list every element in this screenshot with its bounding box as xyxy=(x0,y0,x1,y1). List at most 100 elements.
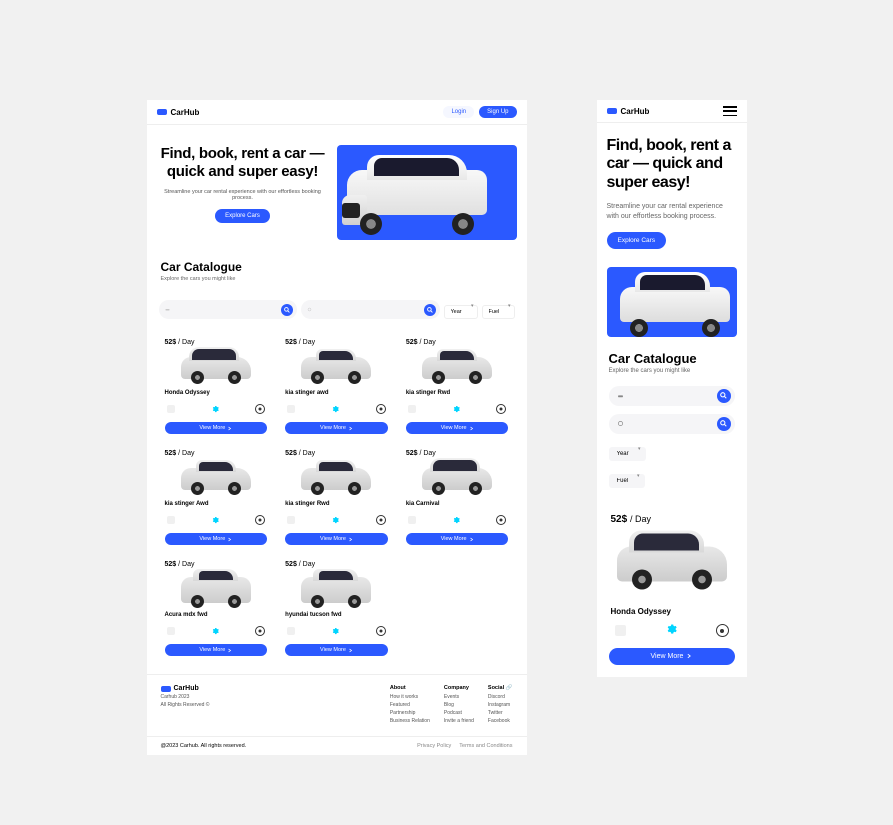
footer-link[interactable]: Events xyxy=(444,694,474,700)
fuel-icon xyxy=(287,405,295,413)
search-model-button[interactable] xyxy=(424,304,436,316)
view-more-button[interactable]: View More xyxy=(285,644,388,656)
filters-row: Year Fuel xyxy=(147,292,527,327)
fuel-filter[interactable]: Fuel xyxy=(482,305,515,319)
arrow-icon xyxy=(348,426,353,431)
search-make[interactable] xyxy=(609,386,735,406)
view-more-button[interactable]: View More xyxy=(165,644,268,656)
view-more-button[interactable]: View More xyxy=(165,533,268,545)
search-icon xyxy=(427,307,433,313)
search-model[interactable] xyxy=(301,300,440,319)
view-more-button[interactable]: View More xyxy=(165,422,268,434)
year-filter[interactable]: Year xyxy=(609,447,646,461)
car-card: 52$ / Day kia stinger Awd View More xyxy=(159,444,274,549)
footer-link[interactable]: Invite a friend xyxy=(444,718,474,724)
footer-year: Carhub 2023 xyxy=(161,694,210,700)
footer-logo[interactable]: CarHub xyxy=(161,685,210,692)
gear-icon xyxy=(211,400,219,418)
logo[interactable]: CarHub xyxy=(607,107,650,116)
car-card: 52$ / Day kia stinger awd View More xyxy=(279,333,394,438)
steering-icon xyxy=(255,404,265,414)
footer-link[interactable]: Discord xyxy=(488,694,513,700)
car-price: 52$ / Day xyxy=(165,561,268,568)
view-more-button[interactable]: View More xyxy=(406,422,509,434)
view-more-button[interactable]: View More xyxy=(285,422,388,434)
copyright-bar: @2023 Carhub. All rights reserved. Priva… xyxy=(147,736,527,755)
car-stats xyxy=(406,511,509,529)
car-stats xyxy=(285,511,388,529)
car-name: Honda Odyssey xyxy=(609,607,735,616)
link-icon: 🔗 xyxy=(506,685,513,691)
mobile-header: CarHub xyxy=(597,100,747,123)
car-price: 52$ / Day xyxy=(285,561,388,568)
arrow-icon xyxy=(348,648,353,653)
view-more-button[interactable]: View More xyxy=(609,648,735,665)
arrow-icon xyxy=(227,648,232,653)
car-stats xyxy=(165,400,268,418)
car-name: Acura mdx fwd xyxy=(165,612,268,618)
car-card: 52$ / Day kia stinger Rwd View More xyxy=(279,444,394,549)
arrow-icon xyxy=(227,426,232,431)
footer-link[interactable]: How it works xyxy=(390,694,430,700)
footer-link[interactable]: Twitter xyxy=(488,710,513,716)
footer-company-title: Company xyxy=(444,685,474,691)
car-card: 52$ / Day kia Carnival View More xyxy=(400,444,515,549)
terms-link[interactable]: Terms and Conditions xyxy=(459,743,512,749)
footer-link[interactable]: Business Relation xyxy=(390,718,430,724)
car-stats xyxy=(285,622,388,640)
signup-button[interactable]: Sign Up xyxy=(479,106,516,118)
search-button[interactable] xyxy=(717,389,731,403)
hero-section: Find, book, rent a car — quick and super… xyxy=(147,125,527,250)
footer-link[interactable]: Instagram xyxy=(488,702,513,708)
gear-icon xyxy=(211,511,219,529)
explore-cars-button[interactable]: Explore Cars xyxy=(607,232,667,249)
fuel-filter[interactable]: Fuel xyxy=(609,474,645,488)
footer-link[interactable]: Podcast xyxy=(444,710,474,716)
menu-icon[interactable] xyxy=(723,106,737,116)
logo-icon xyxy=(607,108,617,114)
gear-icon xyxy=(665,622,677,640)
catalogue-subtitle: Explore the cars you might like xyxy=(609,368,735,374)
footer: CarHub Carhub 2023 All Rights Reserved ©… xyxy=(147,674,527,736)
search-make-input[interactable] xyxy=(170,307,282,313)
brand-name: CarHub xyxy=(171,108,200,117)
search-make-button[interactable] xyxy=(281,304,293,316)
footer-link[interactable]: Facebook xyxy=(488,718,513,724)
search-make[interactable] xyxy=(159,300,298,319)
search-model-input[interactable] xyxy=(312,307,424,313)
model-icon xyxy=(617,420,624,427)
car-price: 52$ / Day xyxy=(165,450,268,457)
catalogue-title: Car Catalogue xyxy=(609,351,735,366)
car-price: 52$ / Day xyxy=(285,450,388,457)
logo[interactable]: CarHub xyxy=(157,108,200,117)
car-price: 52$ / Day xyxy=(406,450,509,457)
footer-link[interactable]: Partnership xyxy=(390,710,430,716)
privacy-link[interactable]: Privacy Policy xyxy=(417,743,451,749)
view-more-button[interactable]: View More xyxy=(285,533,388,545)
steering-icon xyxy=(255,515,265,525)
fuel-icon xyxy=(167,627,175,635)
car-stats xyxy=(285,400,388,418)
arrow-icon xyxy=(348,537,353,542)
hero-title: Find, book, rent a car — quick and super… xyxy=(157,145,329,181)
footer-social-title: Social 🔗 xyxy=(488,685,513,691)
gear-icon xyxy=(331,400,339,418)
car-card: 52$ / Day Honda Odyssey View More xyxy=(609,510,735,665)
steering-icon xyxy=(255,626,265,636)
login-button[interactable]: Login xyxy=(443,106,474,118)
car-price: 52$ / Day xyxy=(609,510,735,529)
search-make-input[interactable] xyxy=(624,391,717,401)
footer-link[interactable]: Featured xyxy=(390,702,430,708)
fuel-icon xyxy=(167,516,175,524)
explore-cars-button[interactable]: Explore Cars xyxy=(215,209,270,223)
footer-about-title: About xyxy=(390,685,430,691)
search-model[interactable] xyxy=(609,414,735,434)
year-filter[interactable]: Year xyxy=(444,305,478,319)
search-button[interactable] xyxy=(717,417,731,431)
view-more-button[interactable]: View More xyxy=(406,533,509,545)
fuel-icon xyxy=(408,405,416,413)
car-image xyxy=(165,570,268,610)
search-model-input[interactable] xyxy=(624,419,717,429)
gear-icon xyxy=(452,400,460,418)
footer-link[interactable]: Blog xyxy=(444,702,474,708)
